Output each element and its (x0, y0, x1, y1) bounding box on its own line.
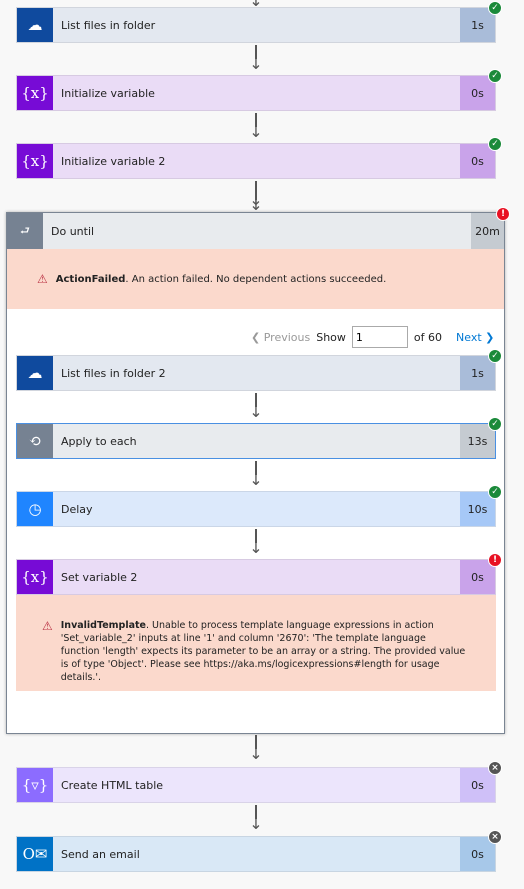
outlook-icon: O✉ (17, 837, 53, 871)
error-code: InvalidTemplate (60, 620, 146, 631)
arrow-connector: ↓ (249, 393, 263, 421)
success-badge: ✓ (488, 349, 502, 363)
action-card[interactable]: ☁ List files in folder 2 1s ✓ (16, 349, 502, 391)
action-title: Do until (51, 224, 95, 238)
arrow-connector: ↓ (249, 735, 263, 763)
skipped-badge: × (488, 830, 502, 844)
error-badge: ! (496, 207, 510, 221)
arrow-connector: ↓ (249, 529, 263, 557)
error-message: . An action failed. No dependent actions… (125, 273, 387, 285)
success-badge: ✓ (488, 485, 502, 499)
action-card[interactable]: O✉ Send an email 0s × (16, 830, 502, 872)
show-label: Show (316, 330, 346, 344)
onedrive-cloud-icon: ☁ (17, 8, 53, 42)
warning-icon: ⚠ (37, 272, 48, 286)
success-badge: ✓ (488, 69, 502, 83)
error-badge: ! (488, 553, 502, 567)
do-until-container: ⮐ Do until 20m ! ⚠ ActionFailed. An acti… (6, 207, 510, 734)
arrow-connector: ↓ (249, 113, 263, 141)
loop-icon: ⟲ (17, 424, 53, 458)
onedrive-cloud-icon: ☁ (17, 356, 53, 390)
variable-icon: {x} (17, 144, 53, 178)
action-card[interactable]: ☁ List files in folder 1s ✓ (16, 1, 502, 43)
action-card[interactable]: {x} Initialize variable 2 0s ✓ (16, 137, 502, 179)
action-title: Set variable 2 (61, 570, 138, 584)
arrow-connector: ↓ (249, 805, 263, 833)
arrow-connector: ↓ (249, 186, 263, 214)
action-title: Apply to each (61, 434, 137, 448)
action-title: Send an email (61, 847, 140, 861)
action-title: Create HTML table (61, 778, 164, 792)
action-title: Initialize variable (61, 86, 155, 100)
success-badge: ✓ (488, 137, 502, 151)
set-variable-error: ⚠ InvalidTemplate. Unable to process tem… (16, 595, 496, 691)
action-title: List files in folder (61, 18, 156, 32)
action-card[interactable]: {x} Initialize variable 0s ✓ (16, 69, 502, 111)
action-title: List files in folder 2 (61, 366, 166, 380)
action-card[interactable]: {x} Set variable 2 0s ! (16, 553, 502, 595)
success-badge: ✓ (488, 1, 502, 15)
iteration-pager: ❮ Previous Show of 60 Next ❯ (251, 326, 494, 348)
warning-icon: ⚠ (42, 619, 53, 633)
action-card[interactable]: ⟲ Apply to each 13s ✓ (16, 417, 502, 459)
data-operation-icon: {▿} (17, 768, 53, 802)
skipped-badge: × (488, 761, 502, 775)
arrow-connector: ↓ (249, 45, 263, 73)
variable-icon: {x} (17, 560, 53, 594)
timer-icon: ◷ (17, 492, 53, 526)
error-banner: ⚠ ActionFailed. An action failed. No dep… (7, 249, 504, 309)
action-card[interactable]: {▿} Create HTML table 0s × (16, 761, 502, 803)
iteration-count: of 60 (413, 330, 443, 344)
arrow-connector: ↓ (249, 461, 263, 489)
success-badge: ✓ (488, 417, 502, 431)
do-until-header[interactable]: ⮐ Do until 20m (7, 213, 504, 249)
error-code: ActionFailed (55, 273, 126, 285)
action-title: Initialize variable 2 (61, 154, 166, 168)
next-button[interactable]: Next ❯ (456, 331, 494, 344)
previous-button[interactable]: ❮ Previous (251, 331, 310, 344)
action-title: Delay (61, 502, 93, 516)
action-card[interactable]: ◷ Delay 10s ✓ (16, 485, 502, 527)
do-until-icon: ⮐ (7, 213, 43, 249)
iteration-input[interactable] (351, 326, 408, 348)
variable-icon: {x} (17, 76, 53, 110)
